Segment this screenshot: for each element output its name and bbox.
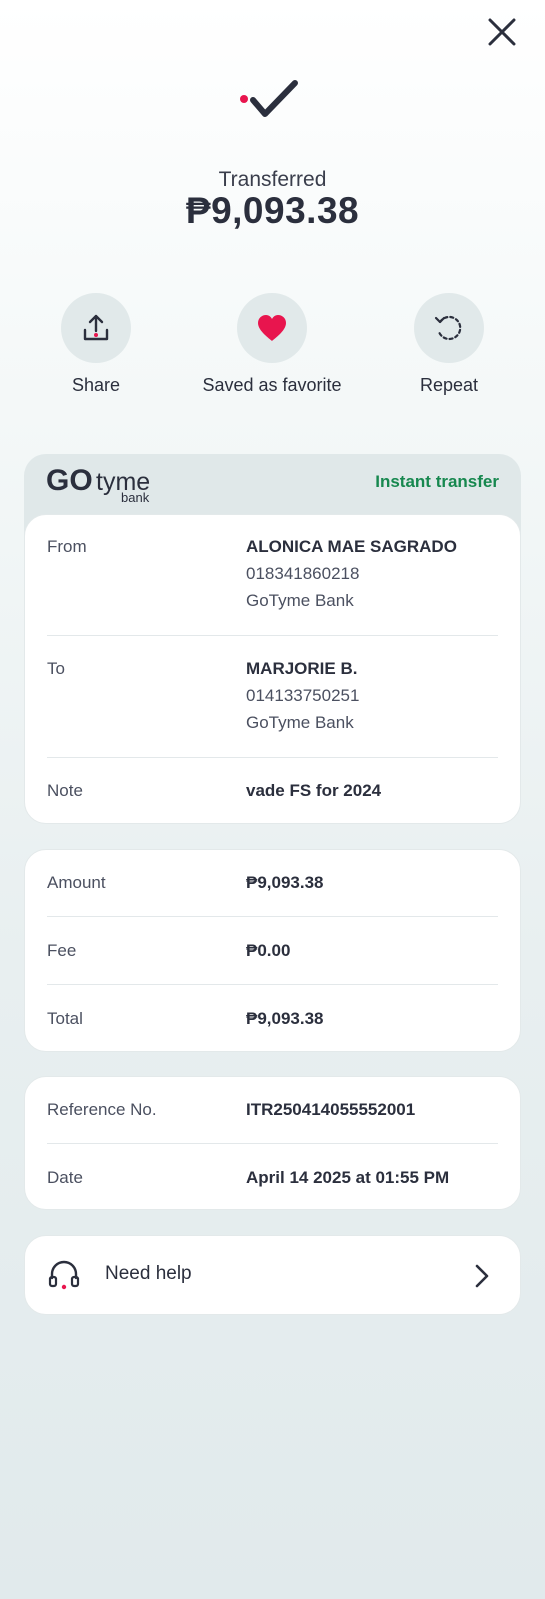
favorite-button[interactable]: Saved as favorite: [187, 293, 357, 396]
from-label: From: [47, 537, 87, 556]
divider: [47, 916, 498, 917]
transfer-details-card: From ALONICA MAE SAGRADO 018341860218 Go…: [24, 514, 521, 824]
from-bank: GoTyme Bank: [246, 591, 354, 610]
headset-icon: [47, 1260, 81, 1297]
close-button[interactable]: [484, 14, 520, 50]
need-help-button[interactable]: Need help: [24, 1235, 521, 1315]
divider: [47, 984, 498, 985]
repeat-label: Repeat: [419, 375, 479, 395]
amount-value: ₱9,093.38: [246, 873, 324, 892]
to-bank: GoTyme Bank: [246, 713, 354, 732]
fee-value: ₱0.00: [246, 941, 291, 960]
share-upload-icon: [83, 314, 109, 341]
to-name: MARJORIE B.: [246, 659, 358, 678]
svg-text:GO: GO: [46, 464, 93, 497]
total-value: ₱9,093.38: [246, 1009, 324, 1028]
reference-card: Reference No. ITR250414055552001 Date Ap…: [24, 1076, 521, 1210]
heart-icon: [258, 315, 286, 341]
share-button[interactable]: Share: [11, 293, 181, 396]
total-label: Total: [47, 1009, 83, 1028]
note-label: Note: [47, 781, 83, 800]
reference-value[interactable]: ITR250414055552001: [246, 1096, 415, 1123]
fee-label: Fee: [47, 941, 77, 960]
divider: [47, 1143, 498, 1144]
amount-summary-card: Amount ₱9,093.38 Fee ₱0.00 Total ₱9,093.…: [24, 849, 521, 1052]
from-name: ALONICA MAE SAGRADO: [246, 537, 457, 556]
transfer-type-badge: Instant transfer: [375, 472, 499, 491]
need-help-label: Need help: [105, 1263, 192, 1284]
divider: [47, 635, 498, 636]
amount-label: Amount: [47, 873, 106, 892]
note-value: vade FS for 2024: [246, 781, 382, 800]
date-value: April 14 2025 at 01:55 PM: [246, 1168, 450, 1187]
date-label: Date: [47, 1168, 83, 1187]
transfer-amount: ₱9,093.38: [185, 190, 360, 231]
checkmark-icon: [240, 76, 310, 126]
close-icon: [488, 18, 516, 46]
repeat-button[interactable]: Repeat: [364, 293, 534, 396]
svg-text:bank: bank: [121, 490, 150, 504]
reference-label: Reference No.: [47, 1100, 157, 1119]
favorite-label: Saved as favorite: [202, 375, 342, 395]
repeat-icon: [434, 315, 462, 341]
gotyme-logo: GO tyme bank: [46, 464, 161, 509]
share-label: Share: [71, 375, 121, 395]
to-account: 014133750251: [246, 686, 360, 705]
divider: [47, 757, 498, 758]
to-label: To: [47, 659, 65, 678]
chevron-right-icon: [474, 1264, 490, 1293]
from-account: 018341860218: [246, 564, 360, 583]
status-label: Transferred: [218, 168, 327, 191]
